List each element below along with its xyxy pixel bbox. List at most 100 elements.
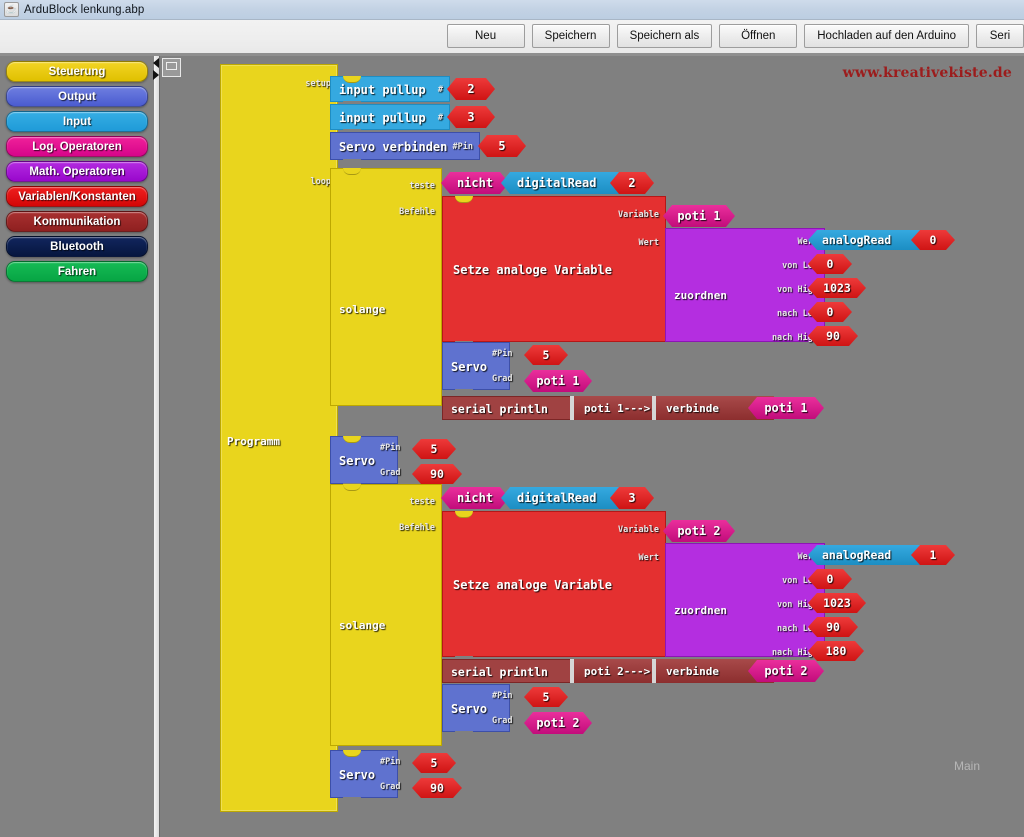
servo-label: Servo — [451, 702, 488, 716]
map-label: zuordnen — [674, 604, 727, 617]
while-block-2[interactable]: teste Befehle solange — [330, 484, 442, 746]
serial-println-label: serial println — [451, 402, 548, 416]
servo-attach-block[interactable]: Servo verbinden #Pin — [330, 132, 480, 165]
set-analog-variable-block-2[interactable]: Setze analoge Variable Variable Wert — [442, 511, 666, 662]
join-value-2[interactable]: poti 2 — [748, 660, 824, 682]
serial-println-block-2[interactable]: serial println — [442, 659, 572, 683]
palette-item-fahren[interactable]: Fahren — [6, 261, 148, 282]
input-pullup-label: input pullup — [339, 111, 426, 125]
servo-deg-value-1[interactable]: poti 1 — [524, 370, 592, 392]
servo-deg-label-final: Grad — [380, 782, 401, 792]
pin-arg-label: # — [437, 113, 443, 123]
new-button[interactable]: Neu — [446, 24, 525, 48]
map-from-high-value-1[interactable]: 1023 — [808, 278, 866, 298]
pin-arg-label: # — [437, 85, 443, 95]
while-body-label: Befehle — [399, 523, 435, 533]
palette-item-log-operatoren[interactable]: Log. Operatoren — [6, 136, 148, 157]
value-arg-label: Wert — [638, 553, 659, 563]
servo-label: Servo — [451, 360, 488, 374]
servo-attach-label: Servo verbinden — [339, 140, 448, 154]
block-canvas[interactable]: www.kreativekiste.de Main Programm setup… — [160, 56, 1024, 837]
input-pullup-value-1[interactable]: 2 — [447, 78, 495, 100]
analogread-pin-value-1[interactable]: 0 — [911, 230, 955, 250]
servo-pin-value-final[interactable]: 5 — [412, 753, 456, 773]
map-from-low-value-1[interactable]: 0 — [808, 254, 852, 274]
digitalread-pin-value-1[interactable]: 2 — [610, 172, 654, 194]
while-block-1[interactable]: teste Befehle solange — [330, 168, 442, 406]
palette-item-steuerung[interactable]: Steuerung — [6, 61, 148, 82]
palette-item-kommunikation[interactable]: Kommunikation — [6, 211, 148, 232]
servo-deg-value-final[interactable]: 90 — [412, 778, 462, 798]
splitter-right-arrow-icon[interactable] — [153, 70, 159, 80]
input-pullup-block-1[interactable]: input pullup # — [330, 76, 450, 107]
collapse-icon[interactable] — [162, 58, 181, 77]
digitalread-label: digitalRead — [517, 176, 597, 190]
map-to-high-value-2[interactable]: 180 — [808, 641, 864, 661]
digitalread-label: digitalRead — [517, 491, 597, 505]
loop-label: loop — [310, 177, 331, 187]
palette-item-variablen-konstanten[interactable]: Variablen/Konstanten — [6, 186, 148, 207]
map-from-low-value-2[interactable]: 0 — [808, 569, 852, 589]
servo-deg-value-2[interactable]: poti 2 — [524, 712, 592, 734]
open-button[interactable]: Öffnen — [719, 24, 798, 48]
input-pullup-value-2[interactable]: 3 — [447, 106, 495, 128]
servo-label: Servo — [339, 768, 376, 782]
input-pullup-label: input pullup — [339, 83, 426, 97]
not-block-1[interactable]: nicht — [441, 172, 509, 194]
map-from-high-value-2[interactable]: 1023 — [808, 593, 866, 613]
map-to-low-value-1[interactable]: 0 — [808, 302, 852, 322]
map-block-2[interactable]: zuordnen Wert von Low von High nach Low … — [665, 543, 825, 658]
program-title: Programm — [227, 435, 280, 448]
save-as-button[interactable]: Speichern als — [616, 24, 713, 48]
serial-println-label: serial println — [451, 665, 548, 679]
serial-monitor-button[interactable]: Seri — [976, 24, 1024, 48]
palette-item-math-operatoren[interactable]: Math. Operatoren — [6, 161, 148, 182]
map-block-1[interactable]: zuordnen Wert von Low von High nach Low … — [665, 228, 825, 343]
servo-pin-value-2[interactable]: 5 — [524, 687, 568, 707]
map-to-low-value-2[interactable]: 90 — [808, 617, 858, 637]
value-arg-label: Wert — [638, 238, 659, 248]
set-analog-variable-label: Setze analoge Variable — [453, 578, 612, 592]
splitter-left-arrow-icon[interactable] — [153, 58, 159, 68]
serial-println-block-1[interactable]: serial println — [442, 396, 572, 420]
java-coffee-cup-icon: ☕ — [4, 2, 19, 17]
variable-arg-label: Variable — [618, 525, 659, 535]
servo-deg-label-1: Grad — [492, 374, 513, 384]
upload-button[interactable]: Hochladen auf den Arduino — [804, 24, 969, 48]
servo-pin-label-1: #Pin — [492, 349, 513, 359]
save-button[interactable]: Speichern — [531, 24, 610, 48]
analogread-label: analogRead — [822, 548, 892, 562]
servo-pin-label-center: #Pin — [380, 443, 401, 453]
analogread-label: analogRead — [822, 233, 892, 247]
palette-item-bluetooth[interactable]: Bluetooth — [6, 236, 148, 257]
while-label: solange — [339, 303, 386, 316]
toolbar: Neu Speichern Speichern als Öffnen Hochl… — [0, 20, 1024, 56]
block-palette: Steuerung Output Input Log. Operatoren M… — [0, 56, 155, 837]
watermark-text: www.kreativekiste.de — [842, 65, 1012, 81]
toolbar-button-group: Neu Speichern Speichern als Öffnen Hochl… — [446, 24, 1024, 48]
map-to-high-value-1[interactable]: 90 — [808, 326, 858, 346]
analogread-pin-value-2[interactable]: 1 — [911, 545, 955, 565]
canvas-tab-label: Main — [953, 759, 980, 773]
variable-poti-2[interactable]: poti 2 — [663, 520, 735, 542]
servo-deg-label-2: Grad — [492, 716, 513, 726]
servo-pin-value-1[interactable]: 5 — [524, 345, 568, 365]
ardublock-window: ☕ ArduBlock lenkung.abp Neu Speichern Sp… — [0, 0, 1024, 837]
palette-item-input[interactable]: Input — [6, 111, 148, 132]
input-pullup-block-2[interactable]: input pullup # — [330, 104, 450, 135]
servo-deg-value-center[interactable]: 90 — [412, 464, 462, 484]
servo-pin-value-center[interactable]: 5 — [412, 439, 456, 459]
digitalread-pin-value-2[interactable]: 3 — [610, 487, 654, 509]
set-analog-variable-label: Setze analoge Variable — [453, 263, 612, 277]
program-block[interactable]: Programm setup loop — [220, 64, 338, 812]
join-value-1[interactable]: poti 1 — [748, 397, 824, 419]
servo-attach-pin-value[interactable]: 5 — [478, 135, 526, 157]
servo-pin-label-final: #Pin — [380, 757, 401, 767]
not-block-2[interactable]: nicht — [441, 487, 509, 509]
while-test-label: teste — [409, 181, 435, 191]
setup-label: setup — [305, 79, 331, 89]
variable-poti-1[interactable]: poti 1 — [663, 205, 735, 227]
set-analog-variable-block-1[interactable]: Setze analoge Variable Variable Wert — [442, 196, 666, 347]
palette-item-output[interactable]: Output — [6, 86, 148, 107]
variable-arg-label: Variable — [618, 210, 659, 220]
